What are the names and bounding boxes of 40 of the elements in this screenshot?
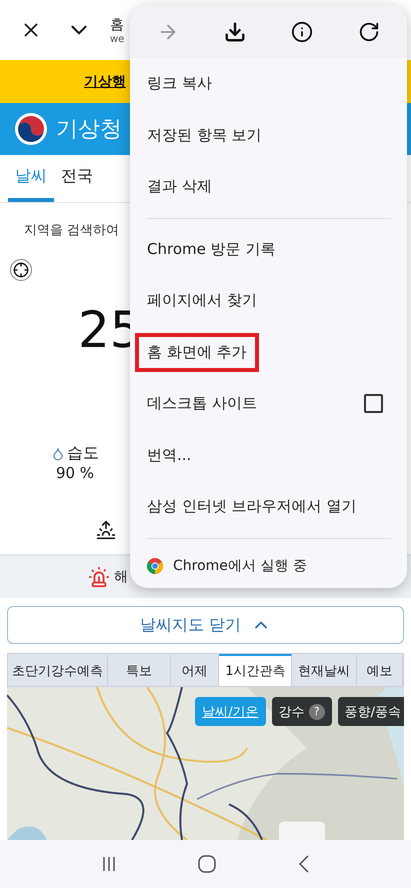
menu-item[interactable]: 홈 화면에 추가 [130, 326, 407, 378]
humidity-label: 습도 [67, 443, 99, 464]
page-title: 홈 [110, 16, 124, 34]
map-tab[interactable]: 초단기강수예측 [8, 654, 108, 686]
nav-tab[interactable]: 전국 [54, 155, 100, 202]
map-toggle-button[interactable]: 날씨지도 닫기 [7, 606, 404, 644]
map-tab[interactable]: 예보 [356, 654, 404, 686]
alert-text: 해 [114, 568, 128, 586]
map-tab[interactable]: 어제 [170, 654, 220, 686]
menu-footer-text: Chrome에서 실행 중 [173, 556, 307, 574]
help-badge[interactable]: ? [308, 704, 325, 720]
menu-item[interactable]: 페이지에서 찾기 [130, 275, 407, 326]
chrome-logo-icon [147, 558, 163, 574]
siren-icon [88, 566, 110, 588]
menu-item[interactable]: Chrome 방문 기록 [130, 224, 407, 275]
map-tab[interactable]: 1시간관측 [219, 654, 292, 686]
map-tab[interactable]: 현재날씨 [292, 654, 357, 686]
menu-item[interactable]: 결과 삭제 [130, 161, 407, 212]
back-icon[interactable] [298, 855, 310, 873]
menu-item[interactable]: 삼성 인터넷 브라우저에서 열기 [130, 481, 407, 532]
map-layer-button[interactable]: 강수 ? [272, 697, 332, 726]
humidity-value: 90 % [56, 464, 94, 482]
page-url: we [110, 34, 124, 44]
droplet-icon [51, 446, 65, 460]
site-title: 기상청 [56, 116, 122, 144]
emblem-icon [14, 112, 48, 146]
locate-icon[interactable] [10, 259, 32, 281]
sunrise-icon [96, 520, 116, 540]
search-hint: 지역을 검색하여 [24, 222, 120, 239]
map-layer-button[interactable]: 풍향/풍속 [338, 697, 404, 726]
menu-item[interactable]: 저장된 항목 보기 [130, 110, 407, 161]
checkbox[interactable] [364, 394, 383, 414]
menu-item[interactable]: 링크 복사 [130, 58, 407, 110]
map-tab[interactable]: 특보 [108, 654, 171, 686]
menu-item[interactable]: 번역... [130, 430, 407, 481]
banner-link[interactable]: 기상행 [84, 72, 126, 90]
menu-item[interactable]: 데스크톱 사이트 [130, 378, 407, 430]
nav-tab[interactable]: 날씨 [8, 155, 54, 202]
home-icon[interactable] [198, 855, 216, 873]
recent-apps-icon[interactable] [100, 856, 117, 872]
